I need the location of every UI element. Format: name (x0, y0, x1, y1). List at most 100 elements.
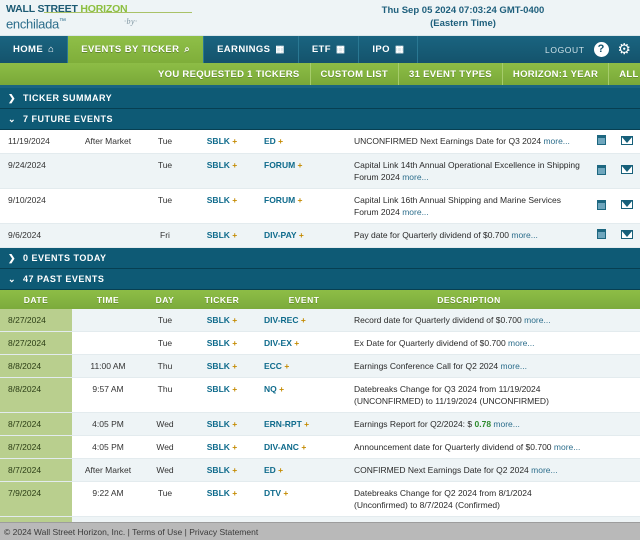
calendar-icon[interactable] (596, 229, 606, 239)
privacy-statement-link[interactable]: Privacy Statement (189, 527, 258, 537)
cell-calendar-action[interactable] (588, 154, 614, 189)
filter-event-types[interactable]: 31 EVENT TYPES (399, 63, 503, 85)
envelope-icon[interactable] (621, 200, 633, 209)
cell-email-action[interactable] (614, 459, 640, 482)
plus-icon[interactable]: + (278, 465, 283, 475)
plus-icon[interactable]: + (279, 384, 284, 394)
cell-event[interactable]: DIV-PAY + (258, 224, 350, 248)
plus-icon[interactable]: + (232, 338, 237, 348)
cell-ticker[interactable]: SBLK + (186, 355, 258, 378)
plus-icon[interactable]: + (232, 442, 237, 452)
table-row[interactable]: 8/8/2024 11:00 AM Thu SBLK + ECC + Earnings C… (0, 354, 640, 378)
cell-calendar-action[interactable] (588, 355, 614, 378)
calendar-icon[interactable] (596, 164, 606, 175)
more-link[interactable]: more... (543, 136, 569, 146)
cell-event[interactable]: NQ + (258, 378, 350, 413)
plus-icon[interactable]: + (298, 160, 303, 170)
cell-ticker[interactable]: SBLK + (186, 482, 258, 517)
plus-icon[interactable]: + (232, 361, 237, 371)
cell-email-action[interactable] (614, 154, 640, 189)
table-row[interactable]: 11/19/2024 After Market Tue SBLK + ED + UNCON… (0, 130, 640, 154)
table-row[interactable]: 8/7/2024 4:05 PM Wed SBLK + DIV-ANC + Announc… (0, 435, 640, 459)
cell-ticker[interactable]: SBLK + (186, 224, 258, 248)
section-events-today[interactable]: ❯ 0 EVENTS TODAY (0, 248, 640, 269)
cell-email-action[interactable] (614, 309, 640, 332)
more-link[interactable]: more... (508, 338, 534, 348)
calendar-icon[interactable] (596, 135, 606, 145)
plus-icon[interactable]: + (298, 195, 303, 205)
filter-horizon[interactable]: HORIZON:1 YEAR (503, 63, 610, 85)
cell-event[interactable]: ED + (258, 130, 350, 154)
plus-icon[interactable]: + (232, 465, 237, 475)
cell-calendar-action[interactable] (588, 332, 614, 355)
plus-icon[interactable]: + (299, 230, 304, 240)
table-row[interactable]: 8/27/2024 Tue SBLK + DIV-EX + Ex Date for Qu… (0, 331, 640, 355)
table-row[interactable]: 8/8/2024 9:57 AM Thu SBLK + NQ + Datebreaks C… (0, 377, 640, 413)
column-header-ticker[interactable]: TICKER (186, 290, 258, 309)
cell-event[interactable]: FORUM + (258, 154, 350, 189)
table-row[interactable]: 9/6/2024 Fri SBLK + DIV-PAY + Pay date for Q… (0, 223, 640, 248)
more-link[interactable]: more... (511, 230, 537, 240)
cell-event[interactable]: DTV + (258, 482, 350, 517)
cell-email-action[interactable] (614, 332, 640, 355)
logout-link[interactable]: LOGOUT (545, 45, 585, 55)
table-row[interactable]: 8/27/2024 Tue SBLK + DIV-REC + Record date f… (0, 309, 640, 332)
table-row[interactable]: 8/7/2024 4:05 PM Wed SBLK + ERN-RPT + Earning… (0, 412, 640, 436)
cell-calendar-action[interactable] (588, 436, 614, 459)
question-mark-icon[interactable]: ? (593, 42, 609, 57)
cell-calendar-action[interactable] (588, 378, 614, 413)
nav-item-etf[interactable]: ETF ▦ (299, 36, 360, 63)
table-row[interactable]: 8/7/2024 After Market Wed SBLK + ED + CONFIRM… (0, 458, 640, 482)
gear-icon[interactable]: ⚙ (618, 42, 631, 57)
cell-ticker[interactable]: SBLK + (186, 436, 258, 459)
plus-icon[interactable]: + (301, 315, 306, 325)
cell-ticker[interactable]: SBLK + (186, 332, 258, 355)
cell-email-action[interactable] (614, 224, 640, 248)
cell-email-action[interactable] (614, 189, 640, 224)
cell-calendar-action[interactable] (588, 413, 614, 436)
nav-item-ipo[interactable]: IPO ▦ (359, 36, 419, 63)
cell-ticker[interactable]: SBLK + (186, 154, 258, 189)
brand-logo[interactable]: WALL STREET HORIZON enchilada™ ·by· (6, 3, 196, 33)
filter-data-bars[interactable]: ALL DATA BARS (609, 63, 640, 85)
plus-icon[interactable]: + (232, 195, 237, 205)
section-ticker-summary[interactable]: ❯ TICKER SUMMARY (0, 88, 640, 109)
calendar-icon[interactable] (596, 199, 606, 210)
plus-icon[interactable]: + (283, 488, 288, 498)
plus-icon[interactable]: + (294, 338, 299, 348)
plus-icon[interactable]: + (304, 419, 309, 429)
more-link[interactable]: more... (402, 207, 428, 217)
more-link[interactable]: more... (531, 465, 557, 475)
plus-icon[interactable]: + (232, 136, 237, 146)
plus-icon[interactable]: + (232, 230, 237, 240)
column-header-date[interactable]: DATE (0, 290, 72, 309)
cell-event[interactable]: ERN-RPT + (258, 413, 350, 436)
section-future-events[interactable]: ⌄ 7 FUTURE EVENTS (0, 109, 640, 130)
filter-custom-list[interactable]: CUSTOM LIST (311, 63, 400, 85)
cell-ticker[interactable]: SBLK + (186, 459, 258, 482)
nav-item-home[interactable]: HOME ⌂ (0, 36, 69, 63)
cell-calendar-action[interactable] (588, 459, 614, 482)
cell-calendar-action[interactable] (588, 130, 614, 154)
cell-event[interactable]: DIV-ANC + (258, 436, 350, 459)
cell-event[interactable]: FORUM + (258, 189, 350, 224)
cell-calendar-action[interactable] (588, 224, 614, 248)
more-link[interactable]: more... (493, 419, 519, 429)
past-events-scroll-region[interactable]: DATE TIME DAY TICKER EVENT DESCRIPTION 8… (0, 290, 640, 540)
column-header-time[interactable]: TIME (72, 290, 144, 309)
plus-icon[interactable]: + (232, 384, 237, 394)
envelope-icon[interactable] (621, 135, 633, 145)
more-link[interactable]: more... (500, 361, 526, 371)
envelope-icon[interactable] (621, 165, 633, 174)
section-past-events[interactable]: ⌄ 47 PAST EVENTS (0, 269, 640, 290)
cell-calendar-action[interactable] (588, 482, 614, 517)
plus-icon[interactable]: + (232, 419, 237, 429)
plus-icon[interactable]: + (301, 442, 306, 452)
plus-icon[interactable]: + (232, 315, 237, 325)
cell-event[interactable]: ED + (258, 459, 350, 482)
cell-calendar-action[interactable] (588, 189, 614, 224)
table-row[interactable]: 9/24/2024 Tue SBLK + FORUM + Capital Link 14… (0, 153, 640, 189)
cell-event[interactable]: DIV-REC + (258, 309, 350, 332)
cell-email-action[interactable] (614, 413, 640, 436)
nav-item-events-by-ticker[interactable]: EVENTS BY TICKER ⌕ (68, 36, 205, 63)
